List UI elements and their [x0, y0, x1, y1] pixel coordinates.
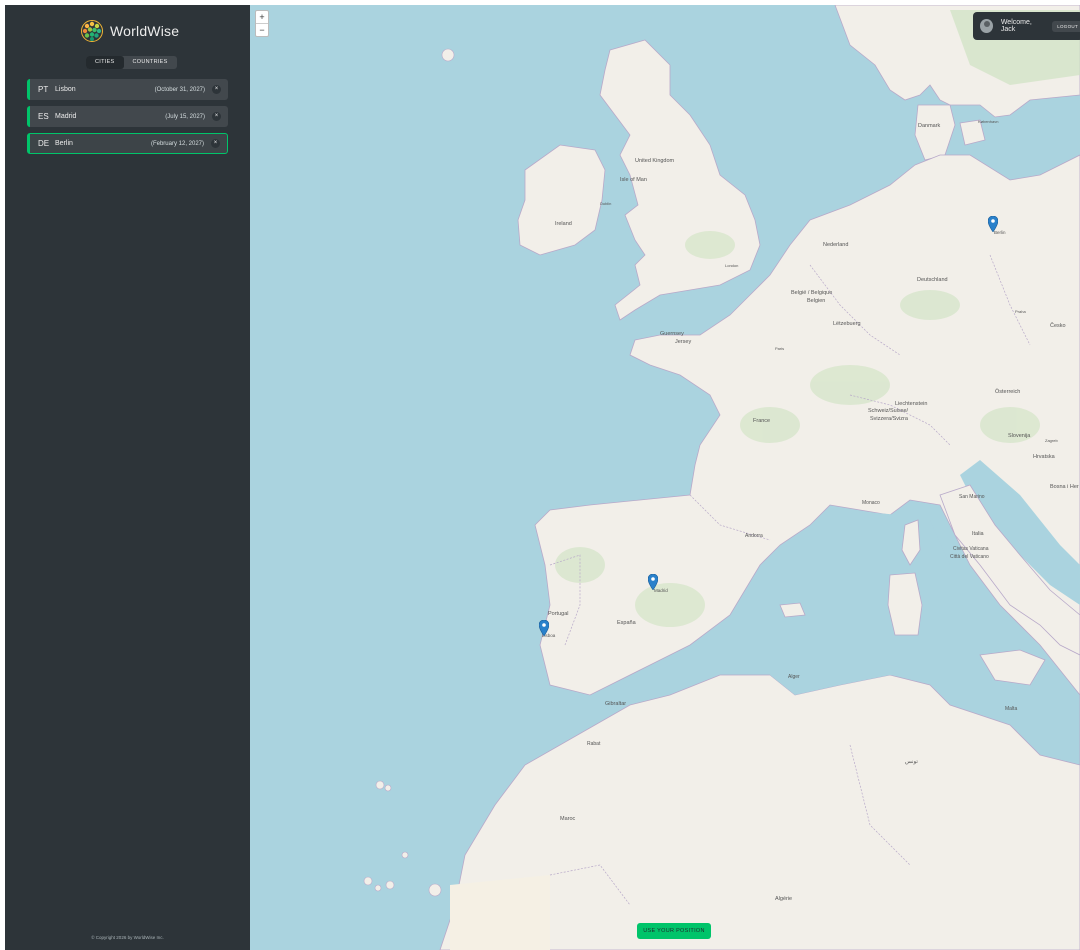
map[interactable]: United Kingdom Isle of Man Ireland Dubli… — [250, 5, 1080, 950]
city-item-berlin[interactable]: DE Berlin (February 12, 2027) × — [27, 133, 228, 154]
label-algerie: Algérie — [775, 896, 792, 902]
copyright-footer: © Copyright 2026 by WorldWise Inc. — [91, 935, 164, 940]
city-name: Madrid — [55, 113, 77, 120]
city-date: (February 12, 2027) — [150, 140, 204, 147]
land-sicily — [979, 649, 1046, 686]
label-kobenhavn: København — [978, 119, 998, 124]
city-item-madrid[interactable]: ES Madrid (July 15, 2027) × — [27, 106, 228, 127]
label-liechtenstein: Liechtenstein — [895, 401, 927, 407]
label-rabat: Rabat — [587, 741, 601, 747]
label-vaticano-latin: Civitas Vaticana — [953, 546, 989, 552]
label-malta: Malta — [1005, 706, 1017, 712]
label-paris: Paris — [775, 346, 784, 351]
user-badge: Welcome, Jack LOGOUT — [973, 12, 1080, 40]
label-belgien: Belgien — [807, 298, 825, 304]
city-item-lisbon[interactable]: PT Lisbon (October 31, 2027) × — [27, 79, 228, 100]
label-espana: España — [617, 620, 637, 626]
land-ireland — [517, 144, 606, 256]
delete-city-button[interactable]: × — [212, 112, 221, 121]
city-date: (October 31, 2027) — [154, 86, 205, 93]
country-code: PT — [38, 85, 49, 94]
land-sardinia — [887, 572, 923, 636]
label-cesko: Česko — [1050, 322, 1066, 329]
map-marker-lisbon[interactable] — [539, 620, 549, 636]
zoom-control: + − — [255, 10, 269, 37]
label-jersey: Jersey — [675, 339, 691, 345]
label-maroc: Maroc — [560, 816, 576, 822]
delete-city-button[interactable]: × — [212, 85, 221, 94]
label-guernsey: Guernsey — [660, 331, 684, 337]
city-list: PT Lisbon (October 31, 2027) × ES Madrid… — [27, 79, 228, 160]
country-code: ES — [38, 112, 49, 121]
label-slovenija: Slovenija — [1008, 433, 1031, 439]
label-tunis: تونس — [905, 759, 918, 765]
label-schweiz: Schweiz/Suisse/ — [868, 408, 909, 414]
logout-button[interactable]: LOGOUT — [1052, 20, 1080, 32]
label-praha: Praha — [1015, 309, 1026, 314]
label-luxembourg: Lëtzebuerg — [833, 321, 861, 327]
welcome-text: Welcome, Jack — [1000, 19, 1032, 33]
land-desert — [450, 875, 550, 950]
label-zagreb: Zagreb — [1045, 438, 1058, 443]
label-deutschland: Deutschland — [917, 277, 948, 283]
app-window: WorldWise CITIES COUNTRIES PT Lisbon (Oc… — [5, 5, 1080, 950]
label-andorra: Andorra — [745, 533, 763, 539]
label-belgie: België / Belgique — [791, 290, 832, 296]
label-nederland: Nederland — [823, 242, 848, 248]
label-italia: Italia — [972, 531, 985, 537]
use-position-button[interactable]: USE YOUR POSITION — [637, 923, 711, 939]
label-portugal: Portugal — [548, 611, 569, 617]
label-danmark: Danmark — [918, 123, 941, 129]
label-ireland: Ireland — [555, 221, 572, 227]
label-dublin: Dublin — [600, 201, 611, 206]
map-tiles[interactable]: United Kingdom Isle of Man Ireland Dubli… — [250, 5, 1080, 950]
sidebar: WorldWise CITIES COUNTRIES PT Lisbon (Oc… — [5, 5, 250, 950]
land-denmark — [914, 104, 956, 161]
tab-switcher: CITIES COUNTRIES — [86, 56, 177, 69]
land-balearics — [779, 602, 806, 618]
label-alger: Alger — [788, 674, 800, 680]
delete-city-button[interactable]: × — [211, 139, 220, 148]
label-united-kingdom: United Kingdom — [635, 158, 675, 164]
map-marker-madrid[interactable] — [648, 574, 658, 590]
city-name: Berlin — [55, 140, 73, 147]
label-san-marino: San Marino — [959, 494, 985, 500]
label-monaco: Monaco — [862, 500, 880, 506]
avatar — [980, 19, 993, 33]
tab-countries[interactable]: COUNTRIES — [124, 56, 177, 69]
city-date: (July 15, 2027) — [165, 113, 205, 120]
map-marker-berlin[interactable] — [988, 216, 998, 232]
label-isle-of-man: Isle of Man — [620, 177, 647, 183]
zoom-in-button[interactable]: + — [256, 11, 268, 23]
brand-name: WorldWise — [110, 23, 180, 39]
tab-cities[interactable]: CITIES — [86, 56, 124, 69]
city-name: Lisbon — [55, 86, 76, 93]
label-london: London — [725, 263, 738, 268]
label-svizzera: Svizzera/Svizra — [870, 416, 909, 422]
label-bosna: Bosna i Her — [1050, 484, 1079, 490]
country-code: DE — [38, 139, 50, 148]
label-hrvatska: Hrvatska — [1033, 454, 1056, 460]
zoom-out-button[interactable]: − — [256, 23, 268, 36]
logo[interactable]: WorldWise — [80, 18, 179, 44]
label-osterreich: Österreich — [995, 388, 1020, 395]
globe-logo-icon — [81, 20, 103, 42]
islands — [363, 48, 455, 897]
label-gibraltar: Gibraltar — [605, 701, 626, 707]
label-vaticano-italian: Città del Vaticano — [950, 554, 989, 560]
label-france: France — [753, 418, 770, 424]
